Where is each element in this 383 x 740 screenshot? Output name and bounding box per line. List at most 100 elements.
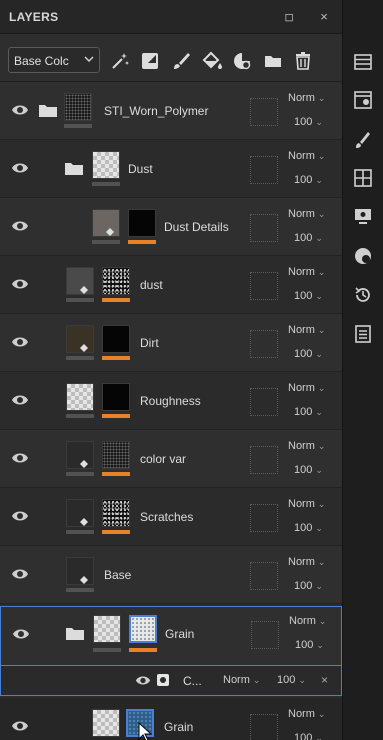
layer-name[interactable]: color var xyxy=(140,452,186,466)
layer-row[interactable]: Dust Details Norm ⌄ 100 ⌄ xyxy=(0,198,342,256)
opacity-value[interactable]: 100 ⌄ xyxy=(295,639,324,651)
layer-row[interactable]: Grain Norm ⌄ 100 ⌄ xyxy=(0,698,342,740)
opacity-value[interactable]: 100 ⌄ xyxy=(294,522,323,534)
effect-subrow[interactable]: C... Norm ⌄ 100 ⌄ × xyxy=(0,666,342,696)
blend-mode[interactable]: Norm ⌄ xyxy=(288,708,325,720)
mask-slot[interactable] xyxy=(250,562,278,590)
mask-thumbnail[interactable] xyxy=(102,383,130,411)
blend-mode[interactable]: Norm ⌄ xyxy=(289,615,326,627)
mask-thumbnail[interactable] xyxy=(102,325,130,353)
paint-brush-icon[interactable] xyxy=(170,50,192,72)
eye-icon[interactable] xyxy=(11,335,29,349)
smart-material-icon[interactable] xyxy=(139,50,161,72)
opacity-value[interactable]: 100 ⌄ xyxy=(294,732,323,740)
layer-row[interactable]: dust Norm ⌄ 100 ⌄ xyxy=(0,256,342,314)
eye-icon[interactable] xyxy=(11,161,29,175)
layer-name[interactable]: Scratches xyxy=(140,510,193,524)
mask-thumbnail[interactable] xyxy=(102,441,130,469)
eye-icon[interactable] xyxy=(11,103,29,117)
blend-mode[interactable]: Norm ⌄ xyxy=(288,150,325,162)
opacity-value[interactable]: 100 ⌄ xyxy=(294,174,323,186)
remove-effect-icon[interactable]: × xyxy=(321,673,328,687)
effect-blend-mode[interactable]: Norm ⌄ xyxy=(223,674,260,686)
blend-mode[interactable]: Norm ⌄ xyxy=(288,324,325,336)
folder-icon[interactable] xyxy=(65,625,85,641)
mask-thumbnail[interactable] xyxy=(102,267,130,295)
layer-row[interactable]: STI_Worn_Polymer Norm ⌄ 100 ⌄ xyxy=(0,82,342,140)
opacity-value[interactable]: 100 ⌄ xyxy=(294,464,323,476)
mask-slot[interactable] xyxy=(250,714,278,740)
eye-icon[interactable] xyxy=(11,719,29,733)
mask-slot[interactable] xyxy=(251,621,279,649)
opacity-value[interactable]: 100 ⌄ xyxy=(294,580,323,592)
folder-icon[interactable] xyxy=(64,160,84,176)
layer-name[interactable]: Grain xyxy=(164,720,193,734)
channel-dropdown[interactable]: Base Colc xyxy=(8,47,100,73)
eye-icon[interactable] xyxy=(12,627,30,641)
brush-settings-icon[interactable] xyxy=(353,130,373,150)
mask-slot[interactable] xyxy=(250,272,278,300)
log-icon[interactable] xyxy=(353,324,373,344)
eye-icon[interactable] xyxy=(11,451,29,465)
mask-slot[interactable] xyxy=(250,504,278,532)
blend-mode[interactable]: Norm ⌄ xyxy=(288,266,325,278)
eye-icon[interactable] xyxy=(11,509,29,523)
opacity-value[interactable]: 100 ⌄ xyxy=(294,116,323,128)
blend-mode[interactable]: Norm ⌄ xyxy=(288,498,325,510)
texture-set-icon[interactable] xyxy=(353,90,373,110)
grid-icon[interactable] xyxy=(353,168,373,188)
opacity-value[interactable]: 100 ⌄ xyxy=(294,232,323,244)
layer-name[interactable]: STI_Worn_Polymer xyxy=(104,104,208,118)
blend-mode[interactable]: Norm ⌄ xyxy=(288,440,325,452)
layer-row[interactable]: Base Norm ⌄ 100 ⌄ xyxy=(0,546,342,604)
blend-mode[interactable]: Norm ⌄ xyxy=(288,382,325,394)
layer-row[interactable]: Roughness Norm ⌄ 100 ⌄ xyxy=(0,372,342,430)
history-icon[interactable] xyxy=(353,285,373,305)
layer-name[interactable]: Roughness xyxy=(140,394,201,408)
layer-row[interactable]: Scratches Norm ⌄ 100 ⌄ xyxy=(0,488,342,546)
trash-icon[interactable] xyxy=(292,50,314,72)
layer-name[interactable]: Dust xyxy=(128,162,153,176)
blend-mode[interactable]: Norm ⌄ xyxy=(288,208,325,220)
layer-row-selected[interactable]: Grain Norm ⌄ 100 ⌄ xyxy=(0,606,342,666)
eye-icon[interactable] xyxy=(11,219,29,233)
eye-icon[interactable] xyxy=(11,567,29,581)
mask-thumbnail[interactable] xyxy=(128,209,156,237)
layer-name[interactable]: Base xyxy=(104,568,131,582)
blend-mode[interactable]: Norm ⌄ xyxy=(288,92,325,104)
mask-slot[interactable] xyxy=(250,214,278,242)
layer-name[interactable]: dust xyxy=(140,278,163,292)
layer-row[interactable]: color var Norm ⌄ 100 ⌄ xyxy=(0,430,342,488)
mask-slot[interactable] xyxy=(250,330,278,358)
mask-slot[interactable] xyxy=(250,98,278,126)
folder-icon[interactable] xyxy=(262,50,284,72)
effect-opacity[interactable]: 100 ⌄ xyxy=(277,674,306,686)
effect-name[interactable]: C... xyxy=(183,674,202,688)
mask-slot[interactable] xyxy=(250,446,278,474)
layer-name[interactable]: Dirt xyxy=(140,336,159,350)
blend-mode[interactable]: Norm ⌄ xyxy=(288,556,325,568)
layer-row[interactable]: Dust Norm ⌄ 100 ⌄ xyxy=(0,140,342,198)
mask-thumbnail[interactable] xyxy=(129,615,157,643)
folder-icon[interactable] xyxy=(38,102,58,118)
display-icon[interactable] xyxy=(353,206,373,226)
layer-row[interactable]: Dirt Norm ⌄ 100 ⌄ xyxy=(0,314,342,372)
eye-icon[interactable] xyxy=(11,393,29,407)
eye-icon[interactable] xyxy=(11,277,29,291)
close-icon[interactable]: × xyxy=(316,9,332,25)
shader-icon[interactable] xyxy=(353,246,373,266)
layer-name[interactable]: Dust Details xyxy=(164,220,229,234)
opacity-value[interactable]: 100 ⌄ xyxy=(294,406,323,418)
restore-icon[interactable]: ◽ xyxy=(281,9,297,25)
opacity-value[interactable]: 100 ⌄ xyxy=(294,348,323,360)
smart-mask-icon[interactable] xyxy=(231,50,253,72)
layer-name[interactable]: Grain xyxy=(165,627,194,641)
mask-thumbnail[interactable] xyxy=(102,499,130,527)
fill-bucket-icon[interactable] xyxy=(201,50,223,72)
layers-list-icon[interactable] xyxy=(353,52,373,72)
magic-wand-icon[interactable] xyxy=(109,50,131,72)
mask-slot[interactable] xyxy=(250,156,278,184)
eye-icon[interactable] xyxy=(135,674,151,687)
opacity-value[interactable]: 100 ⌄ xyxy=(294,290,323,302)
mask-slot[interactable] xyxy=(250,388,278,416)
